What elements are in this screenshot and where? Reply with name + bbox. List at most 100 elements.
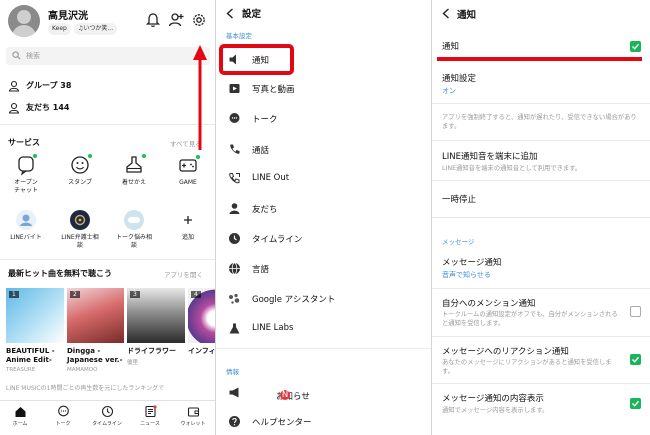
service-theme[interactable]: 着せかえ xyxy=(112,154,156,187)
preview-checkbox[interactable] xyxy=(630,398,641,409)
megaphone-icon xyxy=(229,387,239,398)
avatar[interactable] xyxy=(8,5,40,37)
album-cover[interactable]: 2 xyxy=(67,288,124,343)
rank-number: 2 xyxy=(70,291,80,298)
settings-item-label: LINE Out xyxy=(252,173,290,183)
notify-setting-label[interactable]: 通知設定 xyxy=(442,72,476,84)
album-title: インフィ xyxy=(188,347,215,355)
globe-icon xyxy=(229,262,240,275)
album-cover[interactable]: 3 xyxy=(127,288,185,343)
nav-wallet[interactable]: ウォレット xyxy=(175,405,211,427)
service-label: LINEバイト xyxy=(10,234,42,241)
new-dot xyxy=(196,155,200,159)
check-icon xyxy=(632,43,640,50)
page-title: 設定 xyxy=(242,9,262,20)
service-line-baito[interactable]: LINEバイト xyxy=(4,209,48,242)
message-notify-value: 音声で知らせる xyxy=(442,271,491,279)
reaction-checkbox[interactable] xyxy=(630,354,641,365)
notify-checkbox[interactable] xyxy=(630,41,641,52)
notify-setting-description: アプリを強制終了すると、通知が遅れたり、受信できない場合があります。 xyxy=(442,114,637,130)
music-title: 最新ヒット曲を無料で聴こう xyxy=(8,269,112,278)
service-game[interactable]: GAME xyxy=(166,154,210,187)
play-icon xyxy=(229,84,240,93)
back-arrow-icon[interactable] xyxy=(442,8,450,19)
add-friend-icon[interactable] xyxy=(167,11,185,29)
friend-icon xyxy=(8,102,20,114)
phone-icon xyxy=(230,144,240,154)
divider xyxy=(432,140,650,141)
album-title: BEAUTIFUL - Anime Edit- xyxy=(6,347,55,364)
lawyer-icon xyxy=(70,210,90,230)
settings-item-label: 言語 xyxy=(252,265,270,275)
notifications-panel: 通知 通知 通知設定 オン アプリを強制終了すると、通知が遅れたり、受信できない… xyxy=(432,0,650,435)
settings-item-label: LINE Labs xyxy=(252,323,294,333)
service-add[interactable]: 追加 xyxy=(166,209,210,242)
home-panel: 高見沢洸 Keep ♫いつか笑... 検索 グループ 38 友だち 144 サー… xyxy=(0,0,215,435)
service-label: LINE弁護士相 談 xyxy=(61,234,99,249)
divider xyxy=(216,348,431,349)
new-dot xyxy=(88,154,92,158)
ranking-note: LINE MUSICの1時間ごとの再生数を元にしたランキングで xyxy=(6,385,165,392)
help-icon xyxy=(229,416,240,427)
line-out-icon xyxy=(229,173,240,184)
clock-icon xyxy=(229,233,240,244)
user-name: 高見沢洸 xyxy=(48,11,88,22)
preview-description: 通知でメッセージ内容を表示します。 xyxy=(442,407,549,414)
wallet-icon xyxy=(187,407,199,417)
service-consult[interactable]: トーク悩み相 談 xyxy=(112,209,156,250)
nav-label: ウォレット xyxy=(180,421,206,427)
groups-row[interactable]: グループ 38 xyxy=(8,78,208,94)
music-open-app-link[interactable]: アプリを開く xyxy=(164,269,203,279)
reaction-description: あなたのメッセージにリアクションがあると通知を受信します。 xyxy=(442,359,612,375)
divider xyxy=(432,180,650,181)
album-cover[interactable]: 4 xyxy=(188,288,215,343)
page-title: 通知 xyxy=(457,10,477,21)
search-input[interactable]: 検索 xyxy=(6,47,210,65)
nav-label: ニュース xyxy=(140,421,160,427)
notification-sound-description: LINE通知音を端末の通知音として利用できます。 xyxy=(442,165,582,172)
service-lawyer[interactable]: LINE弁護士相 談 xyxy=(58,209,102,250)
bell-icon[interactable] xyxy=(144,11,162,29)
nav-timeline[interactable]: タイムライン xyxy=(89,405,125,427)
service-label: スタンプ xyxy=(68,179,92,186)
settings-item-label: タイムライン xyxy=(252,235,303,245)
message-notify-label[interactable]: メッセージ通知 xyxy=(442,256,501,268)
home-header: 高見沢洸 Keep ♫いつか笑... xyxy=(0,0,215,42)
new-dot xyxy=(142,154,146,158)
service-label: GAME xyxy=(179,179,197,186)
mention-checkbox[interactable] xyxy=(630,306,641,317)
settings-item-label: Google アシスタント xyxy=(252,295,336,305)
service-open-chat[interactable]: オープン チャット xyxy=(4,154,48,195)
keep-chip[interactable]: Keep xyxy=(48,23,71,35)
nav-talk[interactable]: トーク xyxy=(45,405,81,427)
divider xyxy=(0,259,215,260)
service-sticker[interactable]: スタンプ xyxy=(58,154,102,187)
service-label: 追加 xyxy=(181,234,194,241)
notification-sound-label[interactable]: LINE通知音を端末に追加 xyxy=(442,150,537,162)
group-icon xyxy=(8,80,20,92)
nav-home[interactable]: ホーム xyxy=(2,405,38,427)
mention-description: トークルームの通知設定がオフでも、自分がメンションされると通知を受信します。 xyxy=(442,311,618,327)
status-message-chip[interactable]: ♫いつか笑... xyxy=(74,23,118,35)
check-icon xyxy=(632,356,640,363)
gear-icon[interactable] xyxy=(190,11,208,29)
highlight-box-annotation xyxy=(219,44,294,75)
rank-number: 3 xyxy=(130,291,140,298)
service-label: トーク悩み相 談 xyxy=(115,234,152,249)
services-title: サービス xyxy=(8,138,40,147)
nav-news[interactable]: ニュース xyxy=(132,405,168,427)
pause-label[interactable]: 一時停止 xyxy=(442,193,476,205)
back-arrow-icon[interactable] xyxy=(226,8,234,19)
divider xyxy=(432,217,650,218)
line-baito-icon xyxy=(16,210,36,230)
album-cover[interactable]: 1 xyxy=(6,288,64,343)
nav-label: トーク xyxy=(55,421,71,427)
divider xyxy=(432,103,650,104)
section-info: 情報 xyxy=(226,368,239,376)
settings-item-label: 写真と動画 xyxy=(252,85,295,95)
friends-row[interactable]: 友だち 144 xyxy=(8,100,208,116)
service-label: オープン チャット xyxy=(14,179,38,194)
flask-icon xyxy=(229,323,240,334)
album-artist: 優里 xyxy=(127,360,139,366)
groups-label: グループ 38 xyxy=(26,81,72,90)
